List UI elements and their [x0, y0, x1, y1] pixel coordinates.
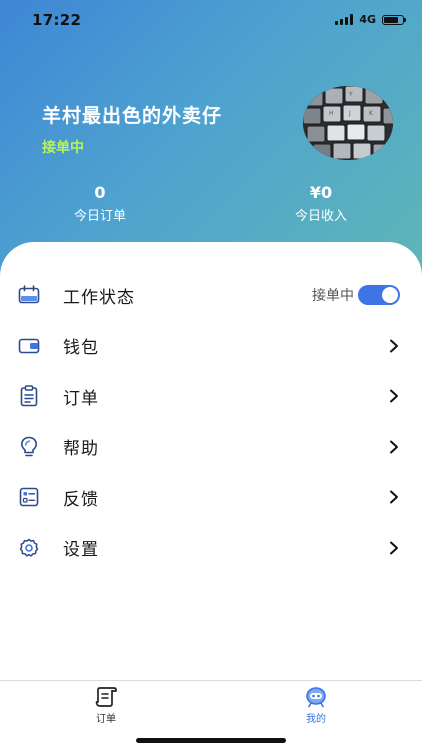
menu-label-settings: 设置	[63, 540, 99, 561]
menu-card: 工作状态 接单中 钱包 订单 帮助 反馈 设置	[0, 242, 422, 682]
work-status-value: 接单中	[312, 288, 354, 305]
svg-text:H: H	[329, 110, 334, 117]
menu-label-work-status: 工作状态	[63, 287, 135, 308]
toggle-knob	[382, 287, 398, 304]
menu-item-help[interactable]: 帮助	[0, 422, 422, 473]
svg-text:J: J	[348, 110, 351, 117]
today-orders-value: 0	[94, 183, 106, 202]
menu-label-wallet: 钱包	[63, 338, 99, 359]
menu-label-help: 帮助	[63, 439, 99, 460]
battery-icon	[382, 14, 406, 25]
tab-orders-label: 订单	[96, 714, 116, 725]
home-indicator	[136, 738, 286, 743]
menu-label-orders: 订单	[63, 388, 99, 409]
work-status-toggle[interactable]	[358, 285, 400, 306]
avatar[interactable]: Y J K H	[303, 86, 393, 160]
keyboard-photo-image: Y J K H	[303, 86, 393, 160]
today-orders-label: 今日订单	[73, 209, 126, 224]
profile-name: 羊村最出色的外卖仔	[42, 105, 223, 127]
calendar-icon	[18, 284, 40, 306]
signal-icon	[335, 14, 354, 25]
clipboard-icon	[18, 385, 40, 407]
profile-status: 接单中	[42, 140, 84, 156]
status-indicators: 4G	[335, 13, 406, 26]
chevron-right-icon	[388, 490, 400, 504]
chevron-right-icon	[388, 541, 400, 555]
status-bar: 17:22 4G	[0, 0, 422, 40]
status-time: 17:22	[32, 11, 82, 29]
svg-text:Y: Y	[348, 91, 353, 98]
today-orders-stat: 0 今日订单	[40, 183, 160, 225]
menu-item-wallet[interactable]: 钱包	[0, 321, 422, 372]
feedback-card-icon	[18, 486, 40, 508]
menu-item-settings[interactable]: 设置	[0, 523, 422, 574]
menu-item-feedback[interactable]: 反馈	[0, 472, 422, 523]
robot-face-icon	[304, 686, 328, 708]
wallet-icon	[18, 335, 40, 357]
menu-item-orders[interactable]: 订单	[0, 371, 422, 422]
chevron-right-icon	[388, 339, 400, 353]
lightbulb-icon	[18, 436, 40, 458]
menu-item-work-status[interactable]: 工作状态 接单中	[0, 270, 422, 321]
menu-list: 工作状态 接单中 钱包 订单 帮助 反馈 设置	[0, 270, 422, 573]
network-type: 4G	[359, 13, 376, 26]
menu-label-feedback: 反馈	[63, 489, 99, 510]
tab-mine-label: 我的	[306, 714, 326, 725]
chevron-right-icon	[388, 389, 400, 403]
tab-orders[interactable]: 订单	[76, 686, 136, 725]
chevron-right-icon	[388, 440, 400, 454]
today-income-label: 今日收入	[294, 209, 347, 224]
today-income-stat: ¥0 今日收入	[261, 183, 381, 225]
gear-icon	[18, 537, 40, 559]
scroll-icon	[94, 686, 118, 708]
tab-mine[interactable]: 我的	[286, 686, 346, 725]
today-income-value: ¥0	[309, 183, 333, 202]
